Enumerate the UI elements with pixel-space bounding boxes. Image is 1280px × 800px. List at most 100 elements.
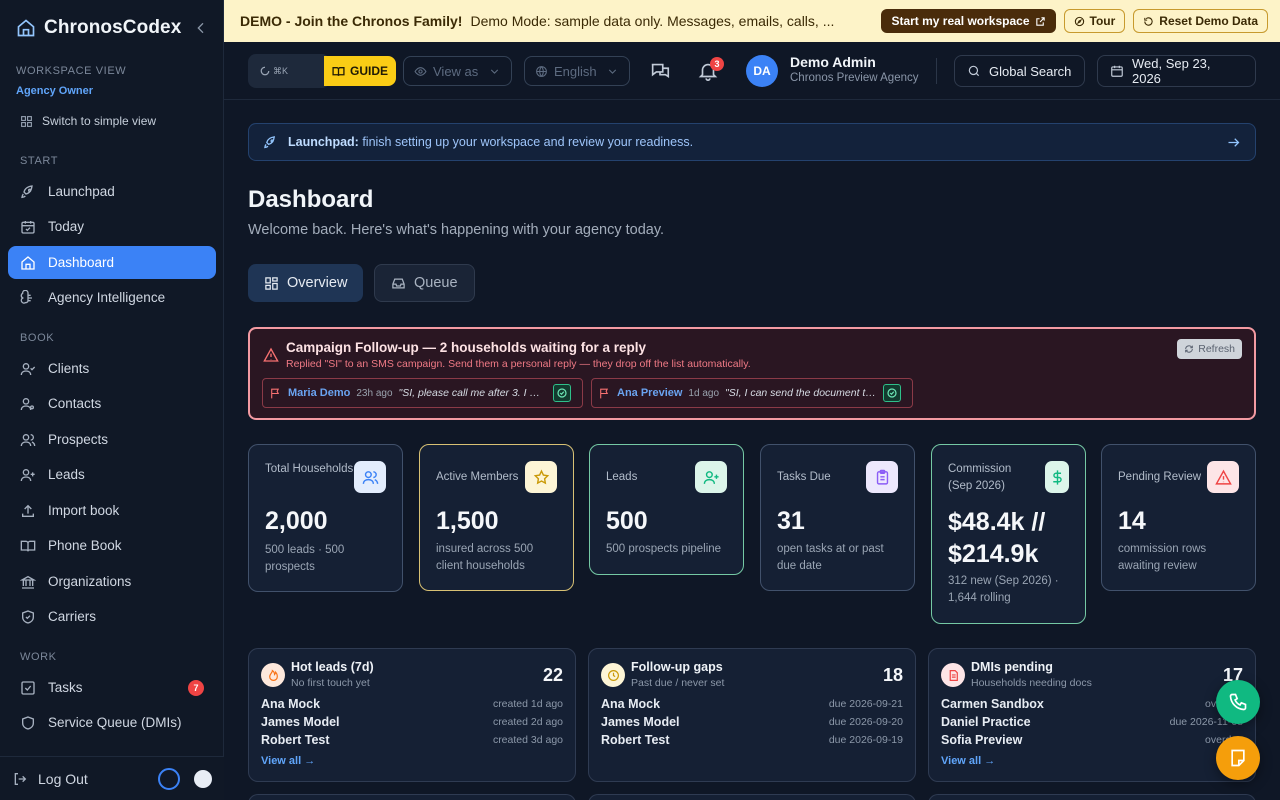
avatar[interactable]: DA	[746, 55, 778, 87]
stat-value: 1,500	[436, 507, 499, 535]
sidebar-item-dashboard[interactable]: Dashboard	[8, 246, 216, 279]
sidebar-item-clients[interactable]: Clients	[8, 352, 216, 385]
reply-item[interactable]: Ana Preview 1d ago "SI, I can send the d…	[591, 378, 913, 408]
start-workspace-button[interactable]: Start my real workspace	[881, 9, 1056, 33]
mark-replied-button[interactable]	[883, 384, 902, 402]
list-item-meta: due 2026-09-20	[828, 716, 903, 728]
sidebar-footer: Log Out	[0, 756, 224, 800]
stat-total-households[interactable]: Total Households 2,000 500 leads · 500 p…	[248, 444, 403, 592]
list-item-name: Sofia Preview	[941, 733, 1023, 747]
list-item[interactable]: Sofia Previewoverdue	[941, 731, 1243, 749]
view-as-select[interactable]: View as	[403, 56, 512, 86]
guide-label: GUIDE	[349, 64, 388, 78]
tour-label: Tour	[1089, 14, 1116, 28]
mark-replied-button[interactable]	[552, 384, 571, 402]
sidebar-item-service-queue[interactable]: Service Queue (DMIs)	[8, 706, 216, 739]
sidebar-item-label: Service Queue (DMIs)	[48, 715, 182, 730]
reply-message: "SI, I can send the document today."	[725, 387, 878, 399]
list-item[interactable]: Daniel Practice due 2026-11-08	[941, 713, 1243, 731]
list-item[interactable]: James Model created 2d ago	[261, 713, 563, 731]
sidebar-item-organizations[interactable]: Organizations	[8, 565, 216, 598]
stat-commission[interactable]: Commission (Sep 2026) $48.4k // $214.9k …	[931, 444, 1086, 624]
sidebar-item-launchpad[interactable]: Launchpad	[8, 175, 216, 208]
list-item[interactable]: Robert Test due 2026-09-19	[601, 731, 903, 749]
sidebar-item-carriers[interactable]: Carriers	[8, 600, 216, 633]
reply-time: 1d ago	[688, 387, 720, 399]
list-item-meta: due 2026-09-19	[828, 734, 903, 746]
sidebar-item-prospects[interactable]: Prospects	[8, 423, 216, 456]
list-item[interactable]: Robert Test created 3d ago	[261, 731, 563, 749]
tour-button[interactable]: Tour	[1063, 9, 1126, 33]
stat-pending-review[interactable]: Pending Review 14 commission rows awaiti…	[1101, 444, 1256, 591]
messages-icon[interactable]	[649, 60, 671, 82]
stat-label: Tasks Due	[777, 471, 831, 483]
stat-value: 2,000	[265, 507, 328, 535]
panel-icon-box	[601, 663, 625, 687]
reset-demo-button[interactable]: Reset Demo Data	[1133, 9, 1268, 33]
list-item[interactable]: James Model due 2026-09-20	[601, 713, 903, 731]
stat-label: Leads	[606, 471, 638, 483]
campaign-title: Campaign Follow-up — 2 households waitin…	[286, 340, 647, 355]
logout-button[interactable]: Log Out	[38, 771, 148, 787]
sidebar-item-today[interactable]: Today	[8, 210, 216, 243]
list-item-name: Robert Test	[261, 733, 330, 747]
refresh-button[interactable]: Refresh	[1177, 339, 1242, 359]
sidebar-item-tasks[interactable]: Tasks 7	[8, 671, 216, 704]
notes-fab[interactable]	[1216, 736, 1260, 780]
user-plus-icon	[20, 468, 35, 481]
chevron-down-icon	[608, 68, 617, 74]
section-work: WORK	[20, 651, 57, 663]
sidebar-item-leads[interactable]: Leads	[8, 458, 216, 491]
tab-overview[interactable]: Overview	[248, 264, 364, 302]
stat-icon-box	[354, 461, 386, 493]
panel-title: Follow-up gaps	[631, 660, 723, 674]
command-palette-button[interactable]: ⌘K	[248, 54, 330, 88]
stat-label: Commission (Sep 2026)	[948, 463, 1012, 492]
sidebar-item-label: Launchpad	[48, 184, 115, 199]
logout-icon	[14, 772, 27, 785]
date-picker[interactable]: Wed, Sep 23, 2026	[1097, 55, 1256, 87]
list-item[interactable]: Ana Mock created 1d ago	[261, 695, 563, 713]
section-start: START	[20, 155, 59, 167]
reply-item[interactable]: Maria Demo 23h ago "SI, please call me a…	[262, 378, 583, 408]
sidebar-item-import-book[interactable]: Import book	[8, 494, 216, 527]
list-item[interactable]: Carmen Sandboxoverdue	[941, 695, 1243, 713]
list-item[interactable]: Ana Mock due 2026-09-21	[601, 695, 903, 713]
view-all-link[interactable]: View all →	[261, 755, 315, 767]
panel-count: 18	[882, 665, 903, 685]
shield-check-icon	[22, 609, 34, 624]
global-search-button[interactable]: Global Search	[954, 55, 1085, 87]
globe-icon	[536, 65, 547, 77]
stat-active-members[interactable]: Active Members 1,500 insured across 500 …	[419, 444, 574, 591]
sidebar-item-phone-book[interactable]: Phone Book	[8, 529, 216, 562]
panel-subtitle: No first touch yet	[291, 677, 370, 689]
home-logo-icon	[17, 19, 35, 37]
tab-queue[interactable]: Queue	[374, 264, 475, 302]
guide-button[interactable]: GUIDE	[324, 56, 396, 86]
launchpad-text: Launchpad: finish setting up your worksp…	[288, 135, 693, 149]
brand: ChronosCodex	[0, 0, 223, 56]
phone-icon	[1229, 693, 1247, 711]
search-icon	[968, 65, 980, 77]
sidebar-item-agency-intelligence[interactable]: Agency Intelligence	[8, 281, 216, 314]
launchpad-banner[interactable]: Launchpad: finish setting up your worksp…	[248, 123, 1256, 161]
users-icon	[20, 433, 36, 446]
users-icon	[362, 470, 378, 484]
language-select[interactable]: English	[524, 56, 630, 86]
view-all-link[interactable]: View all →	[941, 755, 995, 767]
tasks-badge: 7	[188, 679, 204, 696]
switch-simple-view[interactable]: Switch to simple view	[0, 114, 223, 128]
dark-theme-toggle[interactable]	[158, 767, 180, 790]
upload-icon	[22, 504, 34, 517]
light-theme-toggle[interactable]	[194, 769, 212, 788]
reset-icon	[1144, 16, 1153, 26]
stat-label: Active Members	[436, 471, 519, 483]
sidebar-item-contacts[interactable]: Contacts	[8, 387, 216, 420]
stat-tasks-due[interactable]: Tasks Due 31 open tasks at or past due d…	[760, 444, 915, 591]
call-fab[interactable]	[1216, 680, 1260, 724]
book-open-icon	[20, 540, 36, 551]
stat-leads[interactable]: Leads 500 500 prospects pipeline	[589, 444, 744, 575]
workspace-role[interactable]: Agency Owner	[0, 85, 223, 97]
demo-title: DEMO - Join the Chronos Family!	[240, 13, 463, 29]
chevron-left-icon[interactable]	[193, 20, 209, 36]
